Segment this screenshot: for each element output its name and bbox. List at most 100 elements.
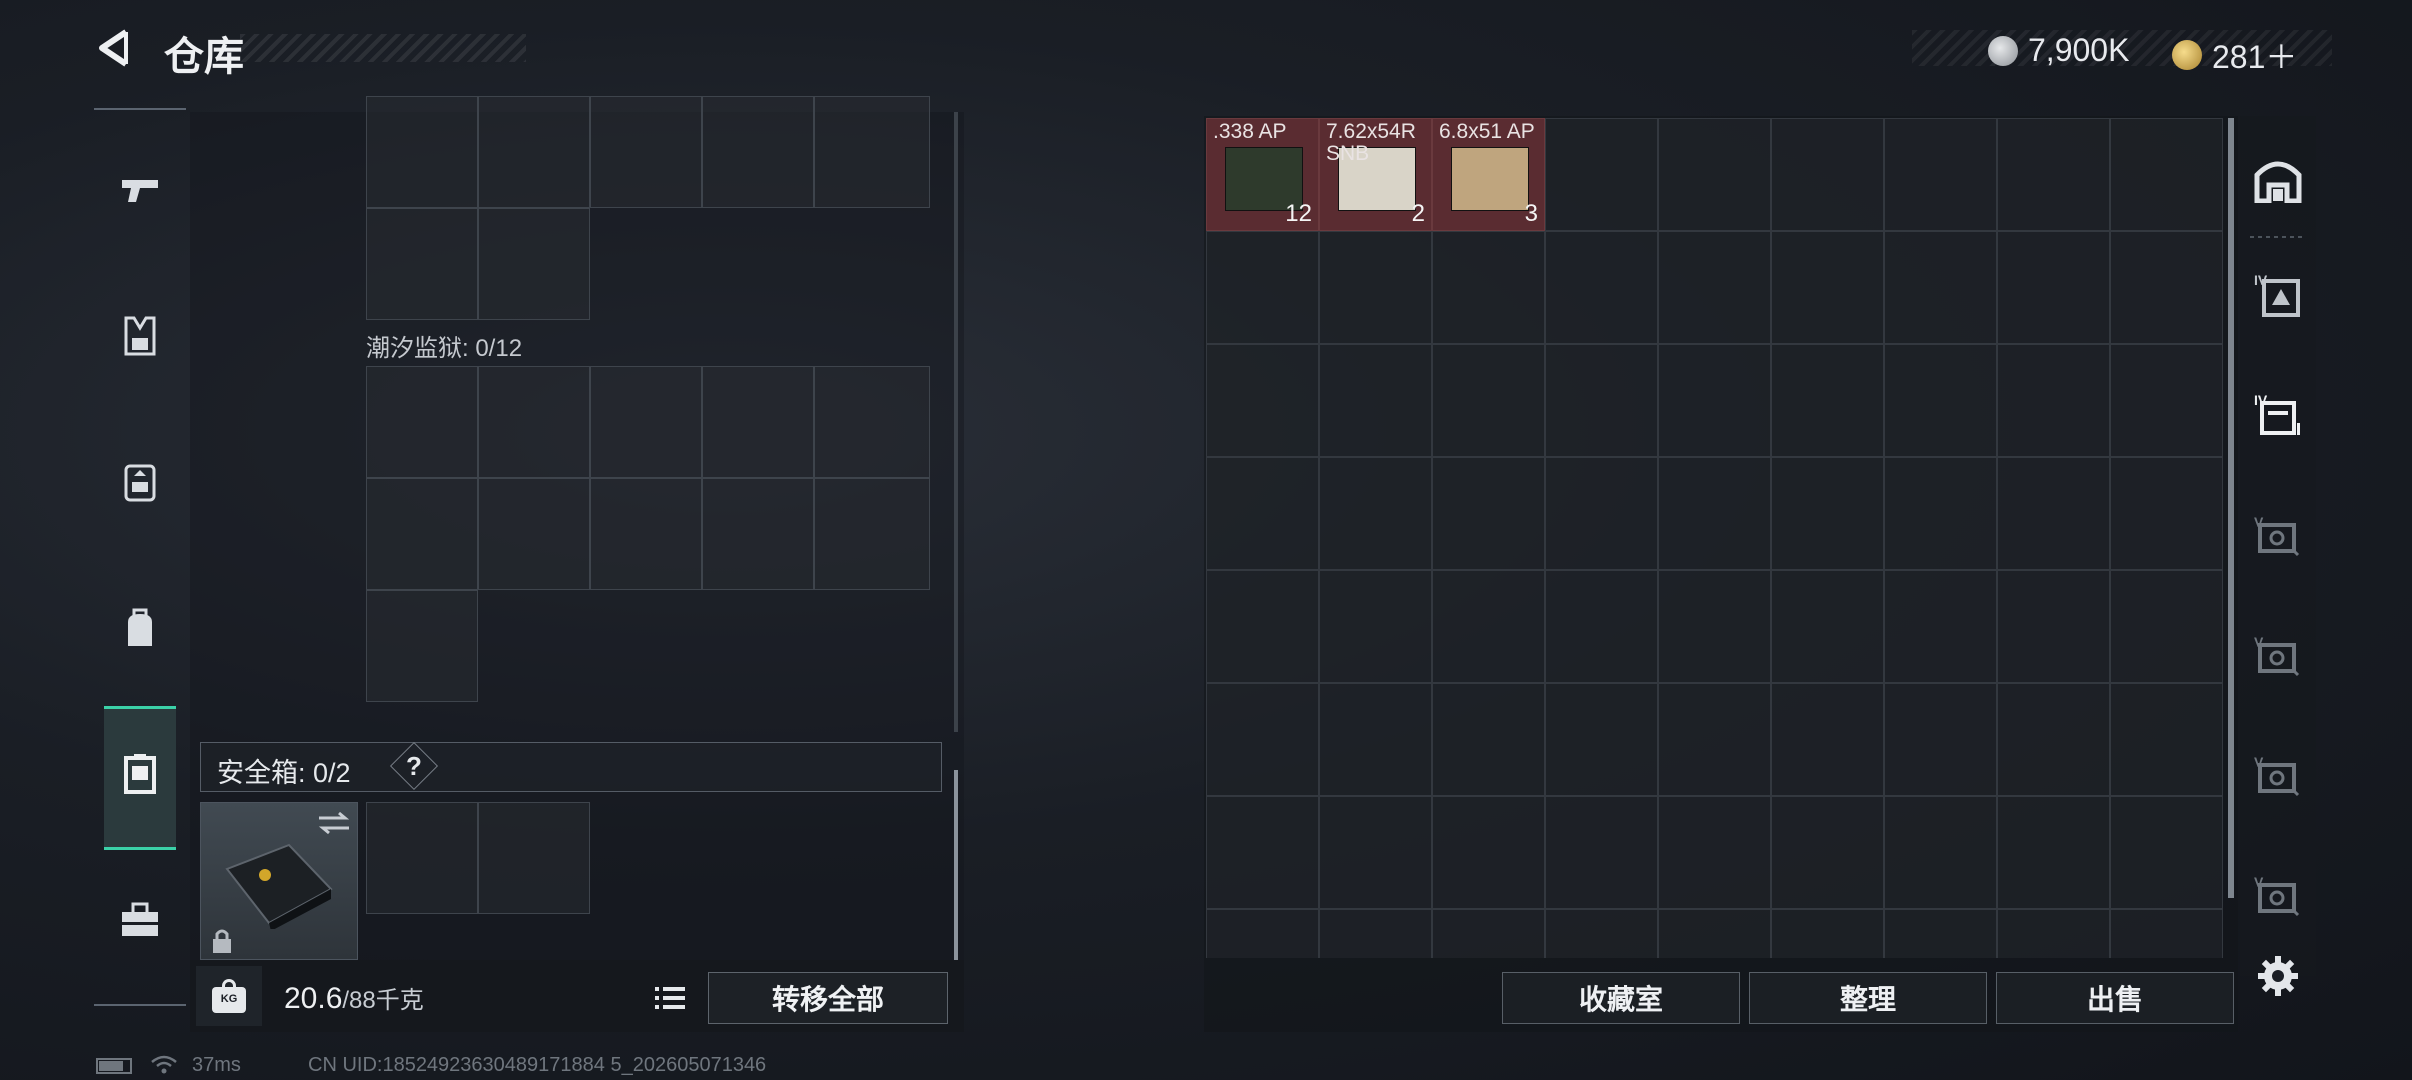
stash-cell[interactable] [1997, 231, 2110, 344]
safe-box-item[interactable] [200, 802, 358, 960]
stash-tab-7[interactable]: V [2246, 862, 2310, 926]
grid-cell[interactable] [478, 366, 590, 478]
stash-cell[interactable] [1319, 570, 1432, 683]
stash-cell[interactable] [1432, 231, 1545, 344]
stash-cell[interactable] [1545, 683, 1658, 796]
grid-cell[interactable] [366, 366, 478, 478]
stash-cell[interactable] [1545, 909, 1658, 958]
stash-cell[interactable] [1658, 457, 1771, 570]
stash-cell[interactable] [2110, 118, 2223, 231]
organize-button[interactable]: 整理 [1749, 972, 1987, 1024]
backpack-slot-tab[interactable] [110, 598, 170, 658]
stash-tab-main[interactable] [2246, 148, 2310, 212]
stash-cell[interactable] [1884, 344, 1997, 457]
stash-cell[interactable] [1206, 231, 1319, 344]
stash-cell[interactable] [1206, 683, 1319, 796]
grid-cell[interactable] [590, 96, 702, 208]
stash-cell[interactable] [1545, 231, 1658, 344]
stash-cell[interactable] [1771, 231, 1884, 344]
grid-cell[interactable] [366, 478, 478, 590]
stash-cell[interactable] [1432, 909, 1545, 958]
stash-cell[interactable] [1997, 683, 2110, 796]
transfer-all-button[interactable]: 转移全部 [708, 972, 948, 1024]
stash-cell[interactable] [1658, 683, 1771, 796]
grid-cell[interactable] [702, 366, 814, 478]
grid-cell[interactable] [814, 366, 930, 478]
stash-cell[interactable] [1997, 570, 2110, 683]
stash-cell[interactable] [1771, 909, 1884, 958]
stash-cell[interactable] [1997, 909, 2110, 958]
stash-cell[interactable] [1206, 344, 1319, 457]
stash-cell[interactable] [1771, 796, 1884, 909]
stash-cell[interactable] [2110, 796, 2223, 909]
stash-cell[interactable] [1545, 344, 1658, 457]
stash-cell[interactable] [1319, 683, 1432, 796]
stash-tab-2[interactable]: IV [2246, 262, 2310, 326]
stash-cell[interactable] [1319, 796, 1432, 909]
toolbox-slot-tab[interactable] [110, 890, 170, 950]
stash-cell[interactable] [2110, 231, 2223, 344]
stash-cell[interactable] [1432, 796, 1545, 909]
stash-tab-6[interactable]: V [2246, 742, 2310, 806]
grid-cell[interactable] [814, 96, 930, 208]
armor-slot-tab[interactable] [110, 306, 170, 366]
grid-cell[interactable] [590, 366, 702, 478]
stash-cell[interactable] [1206, 570, 1319, 683]
stash-cell[interactable] [1997, 118, 2110, 231]
stash-cell[interactable] [1771, 118, 1884, 231]
stash-cell[interactable] [1997, 457, 2110, 570]
stash-cell[interactable] [1319, 344, 1432, 457]
stash-cell[interactable] [1884, 231, 1997, 344]
stash-cell[interactable] [1884, 909, 1997, 958]
stash-cell[interactable] [1658, 909, 1771, 958]
stash-cell[interactable] [1206, 909, 1319, 958]
weapon-slot-tab[interactable] [110, 160, 170, 220]
stash-cell[interactable] [1658, 796, 1771, 909]
safe-grid-cell[interactable] [366, 802, 478, 914]
stash-item[interactable]: 7.62x54R SNB 2 [1319, 118, 1432, 231]
stash-tab-4[interactable]: V [2246, 502, 2310, 566]
list-view-button[interactable] [650, 978, 690, 1018]
grid-cell[interactable] [478, 208, 590, 320]
stash-cell[interactable] [1545, 570, 1658, 683]
stash-cell[interactable] [1545, 796, 1658, 909]
stash-cell[interactable] [2110, 457, 2223, 570]
grid-cell[interactable] [366, 96, 478, 208]
stash-cell[interactable] [1658, 344, 1771, 457]
grid-cell[interactable] [366, 590, 478, 702]
stash-cell[interactable] [1997, 344, 2110, 457]
left-scrollbar[interactable] [954, 770, 958, 960]
stash-cell[interactable] [1319, 457, 1432, 570]
stash-cell[interactable] [1884, 570, 1997, 683]
stash-cell[interactable] [1658, 570, 1771, 683]
stash-cell[interactable] [1319, 909, 1432, 958]
stash-cell[interactable] [2110, 344, 2223, 457]
grid-cell[interactable] [702, 478, 814, 590]
collection-room-button[interactable]: 收藏室 [1502, 972, 1740, 1024]
stash-cell[interactable] [1206, 457, 1319, 570]
grid-cell[interactable] [814, 478, 930, 590]
stash-cell[interactable] [1432, 683, 1545, 796]
settings-button[interactable] [2250, 948, 2306, 1004]
stash-item[interactable]: 6.8x51 AP 3 [1432, 118, 1545, 231]
stash-cell[interactable] [1771, 344, 1884, 457]
stash-cell[interactable] [1771, 457, 1884, 570]
stash-cell[interactable] [2110, 909, 2223, 958]
safe-box-slot-tab[interactable] [110, 744, 170, 804]
rig-slot-tab[interactable] [110, 452, 170, 512]
stash-item[interactable]: .338 AP 12 [1206, 118, 1319, 231]
grid-cell[interactable] [590, 478, 702, 590]
swap-icon[interactable] [317, 811, 351, 835]
stash-cell[interactable] [1545, 457, 1658, 570]
grid-cell[interactable] [478, 478, 590, 590]
stash-cell[interactable] [1658, 231, 1771, 344]
stash-cell[interactable] [1658, 118, 1771, 231]
stash-cell[interactable] [1997, 796, 2110, 909]
stash-tab-3[interactable]: IV [2246, 382, 2310, 446]
currency-silver[interactable]: 7,900K [1988, 32, 2129, 69]
stash-cell[interactable] [1884, 118, 1997, 231]
currency-gold[interactable]: 281＋ [2172, 32, 2297, 78]
grid-cell[interactable] [478, 96, 590, 208]
back-button[interactable] [92, 26, 136, 70]
stash-cell[interactable] [1432, 570, 1545, 683]
